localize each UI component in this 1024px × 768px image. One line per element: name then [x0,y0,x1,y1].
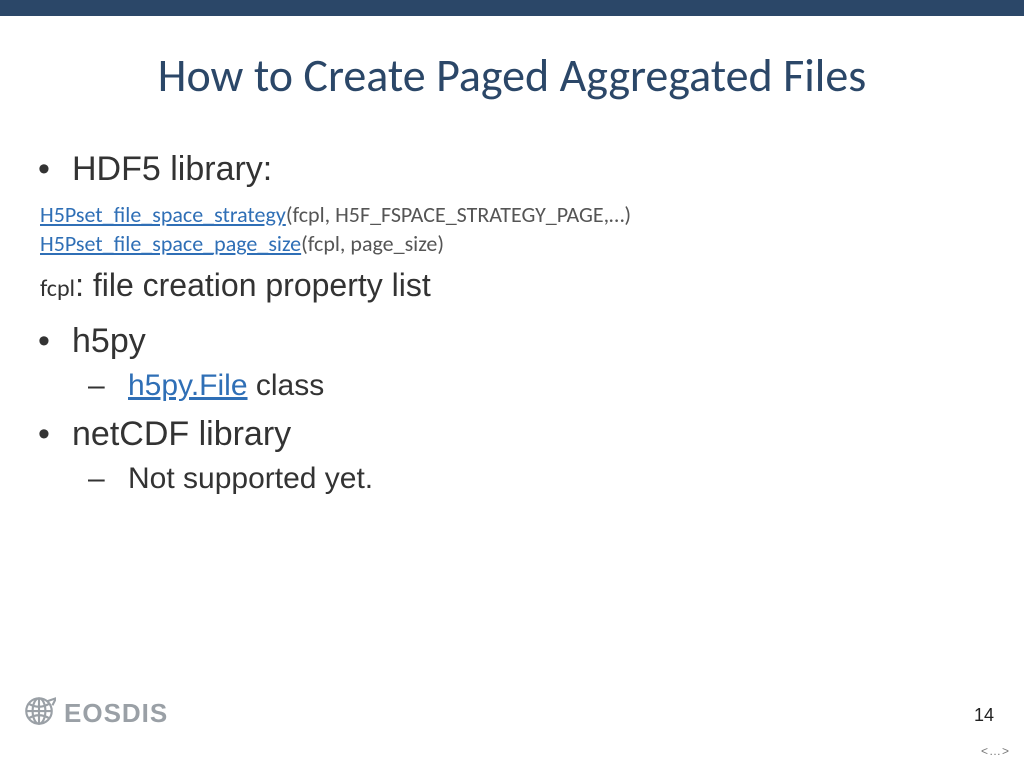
sublist-netcdf: Not supported yet. [72,462,984,496]
bullet-list: HDF5 library: H5Pset_file_space_strategy… [30,150,984,496]
link-h5pset-strategy[interactable]: H5Pset_file_space_strategy [40,201,286,228]
subitem-netcdf-text: Not supported yet. [128,462,373,495]
subitem-h5py-file: h5py.File class [72,369,984,403]
code-line-2-rest: (fcpl, page_size) [301,230,444,257]
bullet-hdf5: HDF5 library: [30,150,984,189]
overflow-hint: <…> [981,744,1010,758]
sublist-h5py: h5py.File class [72,369,984,403]
subitem-h5py-rest: class [248,369,325,402]
globe-icon [22,694,56,733]
bullet-h5py: h5py h5py.File class [30,322,984,403]
code-line-1: H5Pset_file_space_strategy(fcpl, H5F_FSP… [30,201,984,228]
page-number: 14 [974,705,994,726]
bullet-h5py-label: h5py [72,322,146,360]
footer-logo: EOSDIS [22,694,168,733]
slide: How to Create Paged Aggregated Files HDF… [0,0,1024,768]
link-h5pset-pagesize[interactable]: H5Pset_file_space_page_size [40,230,301,257]
definition-text: : file creation property list [75,267,431,303]
definition-term: fcpl [40,274,75,303]
slide-content: HDF5 library: H5Pset_file_space_strategy… [30,150,984,508]
definition-fcpl: fcpl: file creation property list [30,267,984,304]
code-line-1-rest: (fcpl, H5F_FSPACE_STRATEGY_PAGE,…) [286,201,631,228]
bullet-netcdf-label: netCDF library [72,415,291,453]
bullet-hdf5-label: HDF5 library: [72,150,272,188]
code-line-2: H5Pset_file_space_page_size(fcpl, page_s… [30,230,984,257]
top-accent-bar [0,0,1024,16]
bullet-netcdf: netCDF library Not supported yet. [30,415,984,496]
subitem-netcdf-unsupported: Not supported yet. [72,462,984,496]
slide-title: How to Create Paged Aggregated Files [0,48,1024,104]
footer-brand-text: EOSDIS [64,698,168,729]
link-h5py-file[interactable]: h5py.File [128,369,248,402]
